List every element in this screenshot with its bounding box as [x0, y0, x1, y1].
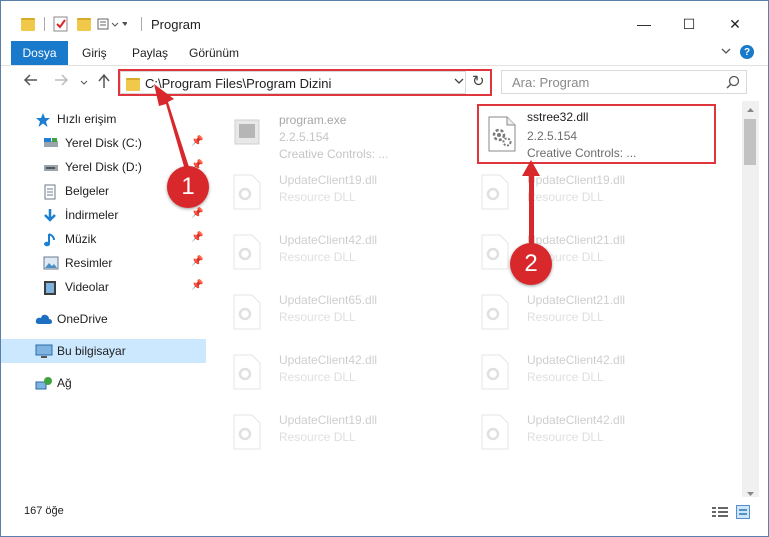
annotation-arrows	[154, 84, 540, 245]
step-1-badge: 1	[167, 166, 209, 208]
step-2-badge: 2	[510, 243, 552, 285]
arrow-2	[522, 160, 540, 245]
arrow-1	[154, 84, 189, 170]
